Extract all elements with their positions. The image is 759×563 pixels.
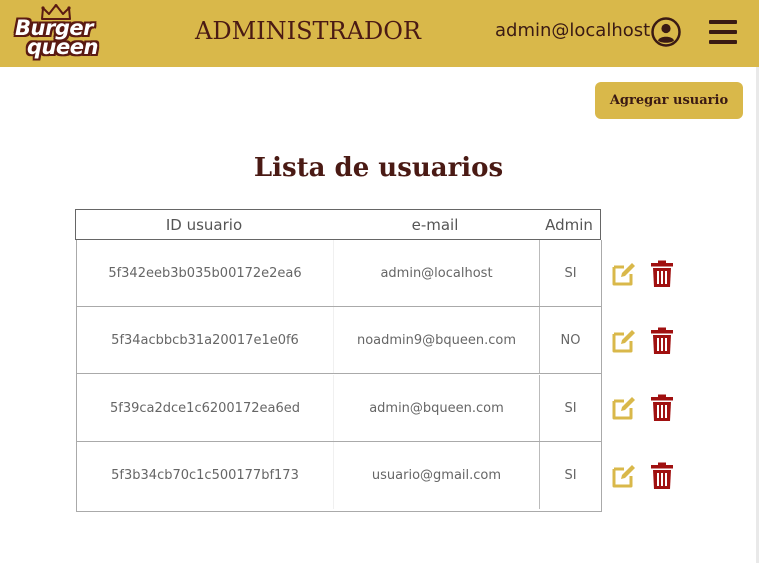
user-id-cell: 5f3b34cb70c1c500177bf173 [111, 468, 299, 483]
table-row: 5f342eeb3b035b00172e2ea6 admin@localhost… [77, 240, 601, 307]
column-header-admin: Admin [545, 215, 593, 234]
column-header-email: e-mail [411, 215, 459, 234]
edit-icon[interactable] [610, 462, 638, 490]
list-title: Lista de usuarios [253, 153, 504, 183]
edit-icon[interactable] [610, 394, 638, 422]
user-admin-cell: SI [539, 240, 601, 306]
user-email-cell: admin@localhost [333, 240, 539, 306]
edit-icon[interactable] [610, 260, 638, 288]
trash-icon[interactable] [650, 260, 674, 288]
user-circle-icon[interactable] [651, 17, 681, 47]
user-email-cell: noadmin9@bqueen.com [333, 307, 539, 373]
user-admin-cell: NO [539, 307, 601, 373]
row-actions [610, 260, 676, 290]
user-id-cell: 5f39ca2dce1c6200172ea6ed [110, 400, 300, 416]
edit-icon[interactable] [610, 327, 638, 355]
users-table-header: ID usuario e-mail Admin [75, 209, 601, 240]
user-admin-cell: SI [539, 375, 601, 441]
trash-icon[interactable] [650, 462, 674, 490]
burger-queen-logo[interactable]: Burger queen [12, 4, 104, 62]
user-admin-cell: SI [539, 442, 601, 509]
user-id-cell: 5f342eeb3b035b00172e2ea6 [108, 265, 302, 281]
user-email-cell: admin@bqueen.com [333, 375, 539, 441]
row-actions [610, 394, 676, 424]
trash-icon[interactable] [650, 394, 674, 422]
table-row: 5f3b34cb70c1c500177bf173 usuario@gmail.c… [77, 442, 601, 509]
hamburger-menu-icon[interactable] [709, 19, 737, 45]
add-user-button[interactable]: Agregar usuario [595, 82, 743, 119]
row-actions [610, 327, 676, 357]
logo-text-line2: queen [27, 35, 98, 59]
top-bar: Burger queen ADMINISTRADOR admin@localho… [0, 0, 759, 67]
users-table-body: 5f342eeb3b035b00172e2ea6 admin@localhost… [76, 240, 602, 512]
user-id-cell: 5f34acbbcb31a20017e1e0f6 [111, 332, 299, 348]
table-row: 5f34acbbcb31a20017e1e0f6 noadmin9@bqueen… [77, 307, 601, 374]
trash-icon[interactable] [650, 327, 674, 355]
table-row: 5f39ca2dce1c6200172ea6ed admin@bqueen.co… [77, 375, 601, 442]
page-header-title: ADMINISTRADOR [195, 17, 421, 45]
column-header-id: ID usuario [165, 215, 243, 234]
page: Burger queen ADMINISTRADOR admin@localho… [0, 0, 759, 563]
user-email-cell: usuario@gmail.com [333, 442, 539, 509]
row-actions [610, 462, 676, 492]
current-user-email: admin@localhost [495, 20, 651, 41]
